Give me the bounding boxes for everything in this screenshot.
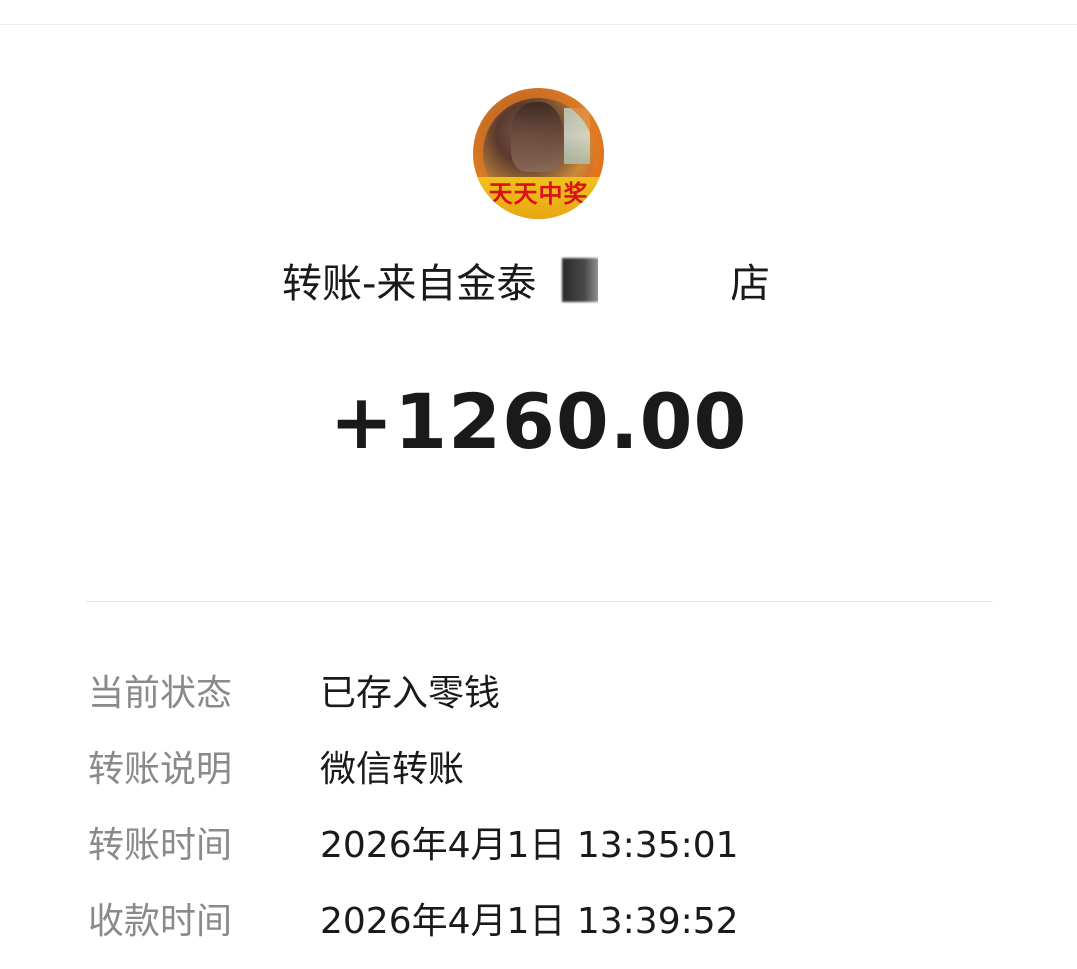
detail-row-description: 转账说明 微信转账 (0, 742, 1077, 798)
detail-row-status: 当前状态 已存入零钱 (0, 666, 1077, 722)
transfer-title: 转账-来自金泰 店 (0, 254, 1077, 314)
redaction-blank (598, 256, 732, 304)
description-value: 微信转账 (320, 749, 465, 790)
payer-avatar[interactable]: 天天中奖 (473, 88, 604, 219)
transfer-amount: +1260.00 (329, 377, 748, 466)
avatar-banner-text: 天天中奖 (473, 177, 604, 219)
section-divider (86, 601, 993, 602)
transfer-time-label: 转账时间 (88, 825, 233, 866)
status-value: 已存入零钱 (320, 673, 501, 714)
status-label: 当前状态 (88, 673, 233, 714)
redaction-mark (562, 258, 600, 302)
receive-time-value: 2026年4月1日 13:39:52 (320, 901, 739, 942)
detail-row-transfer-time: 转账时间 2026年4月1日 13:35:01 (0, 818, 1077, 874)
transfer-title-prefix: 转账-来自金泰 (282, 261, 537, 307)
transfer-time-value: 2026年4月1日 13:35:01 (320, 825, 739, 866)
top-divider (0, 24, 1077, 25)
receive-time-label: 收款时间 (88, 901, 233, 942)
detail-row-receive-time: 收款时间 2026年4月1日 13:39:52 (0, 894, 1077, 950)
description-label: 转账说明 (88, 749, 233, 790)
transfer-title-suffix: 店 (730, 261, 770, 307)
